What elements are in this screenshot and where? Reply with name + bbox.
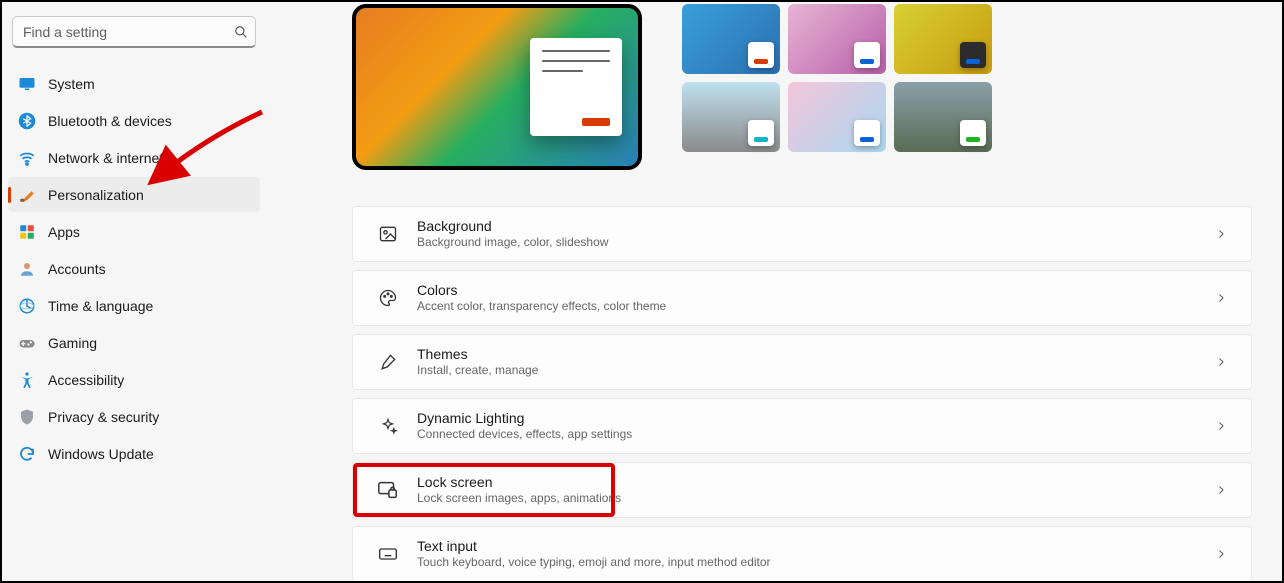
setting-row-background[interactable]: Background Background image, color, slid… xyxy=(352,206,1252,262)
theme-thumbnail-grid xyxy=(682,4,992,152)
theme-thumb-1[interactable] xyxy=(682,4,780,74)
sidebar-item-accounts[interactable]: Accounts xyxy=(8,251,260,286)
palette-icon xyxy=(377,287,399,309)
sidebar-item-label: Accounts xyxy=(48,261,106,277)
theme-thumb-2[interactable] xyxy=(788,4,886,74)
window-preview-card xyxy=(530,38,622,136)
theme-thumb-4[interactable] xyxy=(682,82,780,152)
setting-title: Lock screen xyxy=(417,474,1215,491)
personalization-page: Background Background image, color, slid… xyxy=(272,2,1282,581)
search-wrap xyxy=(12,16,256,48)
sidebar-item-privacy[interactable]: Privacy & security xyxy=(8,399,260,434)
setting-subtitle: Connected devices, effects, app settings xyxy=(417,427,1215,441)
globe-clock-icon xyxy=(18,297,36,315)
accessibility-icon xyxy=(18,371,36,389)
personalization-settings-list: Background Background image, color, slid… xyxy=(352,206,1252,581)
setting-subtitle: Install, create, manage xyxy=(417,363,1215,377)
setting-subtitle: Accent color, transparency effects, colo… xyxy=(417,299,1215,313)
wifi-icon xyxy=(18,149,36,167)
sidebar-item-update[interactable]: Windows Update xyxy=(8,436,260,471)
bluetooth-icon xyxy=(18,112,36,130)
sidebar-item-accessibility[interactable]: Accessibility xyxy=(8,362,260,397)
sidebar-item-bluetooth[interactable]: Bluetooth & devices xyxy=(8,103,260,138)
sparkle-icon xyxy=(377,415,399,437)
chevron-right-icon xyxy=(1215,484,1227,496)
search-button[interactable] xyxy=(234,25,248,39)
sidebar-item-label: Accessibility xyxy=(48,372,124,388)
sidebar-item-network[interactable]: Network & internet xyxy=(8,140,260,175)
setting-subtitle: Background image, color, slideshow xyxy=(417,235,1215,249)
setting-row-themes[interactable]: Themes Install, create, manage xyxy=(352,334,1252,390)
brush-icon xyxy=(377,351,399,373)
sidebar-item-label: Time & language xyxy=(48,298,153,314)
setting-subtitle: Touch keyboard, voice typing, emoji and … xyxy=(417,555,1215,569)
monitor-icon xyxy=(18,75,36,93)
sidebar-item-label: System xyxy=(48,76,95,92)
search-icon xyxy=(234,25,248,39)
settings-sidebar: System Bluetooth & devices Network & int… xyxy=(2,2,272,581)
sidebar-item-time-language[interactable]: Time & language xyxy=(8,288,260,323)
sidebar-item-apps[interactable]: Apps xyxy=(8,214,260,249)
setting-title: Themes xyxy=(417,346,1215,363)
apps-icon xyxy=(18,223,36,241)
sidebar-item-system[interactable]: System xyxy=(8,66,260,101)
chevron-right-icon xyxy=(1215,228,1227,240)
sidebar-item-label: Privacy & security xyxy=(48,409,159,425)
setting-title: Dynamic Lighting xyxy=(417,410,1215,427)
theme-thumb-6[interactable] xyxy=(894,82,992,152)
sidebar-item-label: Apps xyxy=(48,224,80,240)
desktop-preview xyxy=(352,4,642,170)
lock-screen-icon xyxy=(377,479,399,501)
chevron-right-icon xyxy=(1215,292,1227,304)
chevron-right-icon xyxy=(1215,548,1227,560)
search-input[interactable] xyxy=(12,16,256,48)
chevron-right-icon xyxy=(1215,420,1227,432)
keyboard-icon xyxy=(377,543,399,565)
setting-row-colors[interactable]: Colors Accent color, transparency effect… xyxy=(352,270,1252,326)
setting-subtitle: Lock screen images, apps, animations xyxy=(417,491,1215,505)
image-icon xyxy=(377,223,399,245)
shield-icon xyxy=(18,408,36,426)
setting-row-lock-screen[interactable]: Lock screen Lock screen images, apps, an… xyxy=(352,462,1252,518)
user-icon xyxy=(18,260,36,278)
setting-title: Background xyxy=(417,218,1215,235)
sidebar-nav: System Bluetooth & devices Network & int… xyxy=(8,66,260,471)
theme-thumb-5[interactable] xyxy=(788,82,886,152)
update-icon xyxy=(18,445,36,463)
setting-row-dynamic-lighting[interactable]: Dynamic Lighting Connected devices, effe… xyxy=(352,398,1252,454)
sidebar-item-label: Gaming xyxy=(48,335,97,351)
sidebar-item-gaming[interactable]: Gaming xyxy=(8,325,260,360)
theme-thumb-3[interactable] xyxy=(894,4,992,74)
gamepad-icon xyxy=(18,334,36,352)
theme-preview-row xyxy=(352,4,1252,170)
sidebar-item-label: Windows Update xyxy=(48,446,154,462)
sidebar-item-label: Bluetooth & devices xyxy=(48,113,172,129)
setting-title: Colors xyxy=(417,282,1215,299)
setting-title: Text input xyxy=(417,538,1215,555)
paintbrush-icon xyxy=(18,186,36,204)
sidebar-item-label: Network & internet xyxy=(48,150,163,166)
chevron-right-icon xyxy=(1215,356,1227,368)
sidebar-item-label: Personalization xyxy=(48,187,144,203)
setting-row-text-input[interactable]: Text input Touch keyboard, voice typing,… xyxy=(352,526,1252,581)
sidebar-item-personalization[interactable]: Personalization xyxy=(8,177,260,212)
